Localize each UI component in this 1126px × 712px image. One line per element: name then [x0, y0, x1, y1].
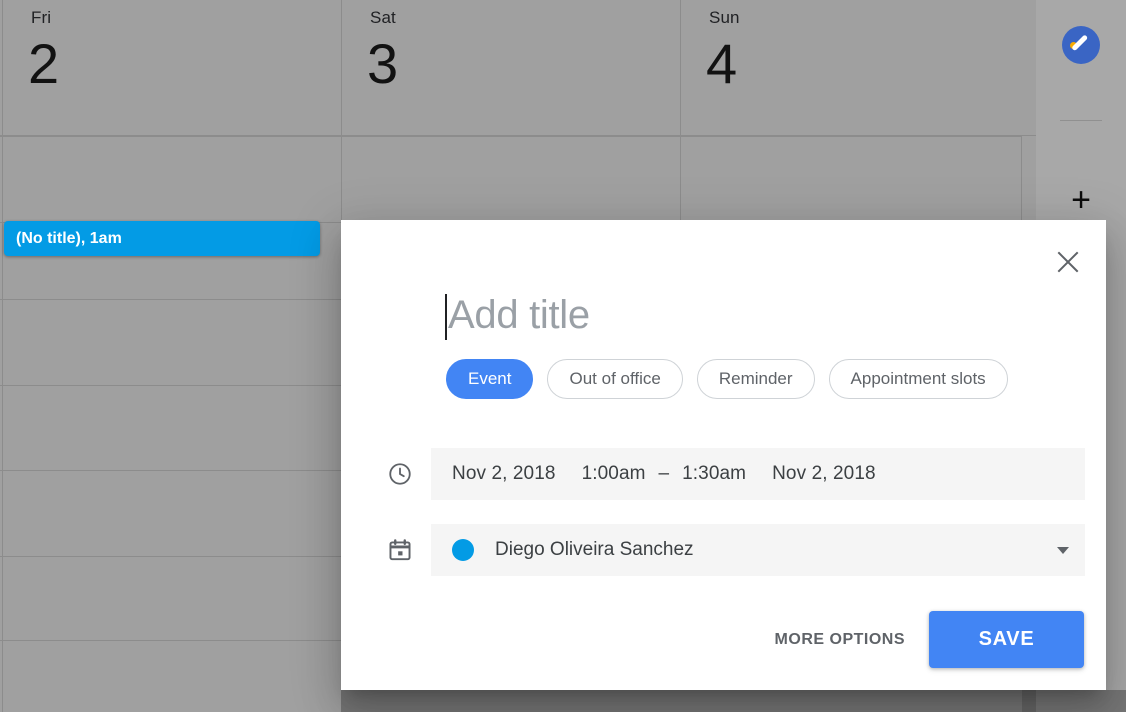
end-time-value[interactable]: 1:30am	[682, 463, 746, 485]
day-of-month-label[interactable]: 3	[367, 28, 398, 100]
day-column-header[interactable]: Sun 4	[680, 0, 1022, 135]
calendar-owner-row: Diego Oliveira Sanchez	[369, 524, 1085, 576]
datetime-field[interactable]: Nov 2, 2018 1:00am – 1:30am Nov 2, 2018	[431, 448, 1085, 500]
clock-icon	[369, 448, 431, 500]
day-column-header[interactable]: Fri 2	[2, 0, 341, 135]
calendar-owner-field[interactable]: Diego Oliveira Sanchez	[431, 524, 1085, 576]
text-caret	[445, 294, 447, 340]
start-time-value[interactable]: 1:00am	[582, 463, 646, 485]
close-button[interactable]	[1048, 242, 1088, 282]
day-of-month-label[interactable]: 4	[706, 28, 737, 100]
more-options-button[interactable]: MORE OPTIONS	[761, 620, 919, 660]
time-range-separator: –	[658, 463, 670, 484]
calendar-event-chip[interactable]: (No title), 1am	[4, 221, 320, 256]
chip-event[interactable]: Event	[446, 359, 534, 399]
calendar-app: Fri 2 Sat 3 Sun 4 (No title), 1am + Add …	[0, 0, 1126, 712]
chip-reminder[interactable]: Reminder	[696, 359, 815, 399]
save-button[interactable]: SAVE	[929, 611, 1084, 668]
day-of-month-label[interactable]: 2	[28, 28, 59, 100]
google-tasks-icon	[1062, 26, 1100, 64]
close-icon	[1057, 251, 1079, 273]
calendar-owner-name: Diego Oliveira Sanchez	[495, 539, 694, 560]
event-type-chips: Event Out of office Reminder Appointment…	[446, 359, 1008, 399]
day-of-week-label: Sat	[370, 8, 396, 27]
chevron-down-icon[interactable]	[1057, 546, 1069, 554]
chip-appointment-slots[interactable]: Appointment slots	[828, 359, 1008, 399]
start-date-value[interactable]: Nov 2, 2018	[452, 463, 556, 485]
event-creation-dialog: Event Out of office Reminder Appointment…	[341, 220, 1106, 690]
end-date-value[interactable]: Nov 2, 2018	[772, 463, 876, 485]
calendar-icon	[369, 524, 431, 576]
datetime-row: Nov 2, 2018 1:00am – 1:30am Nov 2, 2018	[369, 448, 1085, 500]
day-of-week-label: Fri	[31, 8, 52, 27]
side-panel-divider	[1060, 120, 1102, 121]
title-field[interactable]	[445, 288, 1065, 342]
hour-divider	[0, 136, 1022, 137]
dimmed-underlay-seam	[1022, 690, 1036, 712]
google-tasks-button[interactable]	[1060, 24, 1102, 66]
dialog-footer: MORE OPTIONS SAVE	[761, 611, 1084, 668]
tasks-dot-icon	[1070, 42, 1077, 49]
day-header-row: Fri 2 Sat 3 Sun 4	[0, 0, 1036, 136]
calendar-color-dot	[452, 539, 474, 561]
dimmed-underlay-strip	[341, 690, 1126, 712]
day-of-week-label: Sun	[709, 8, 740, 27]
day-column-header[interactable]: Sat 3	[341, 0, 680, 135]
plus-icon[interactable]: +	[1060, 180, 1102, 222]
chip-out-of-office[interactable]: Out of office	[547, 359, 683, 399]
title-input[interactable]	[448, 288, 1064, 342]
